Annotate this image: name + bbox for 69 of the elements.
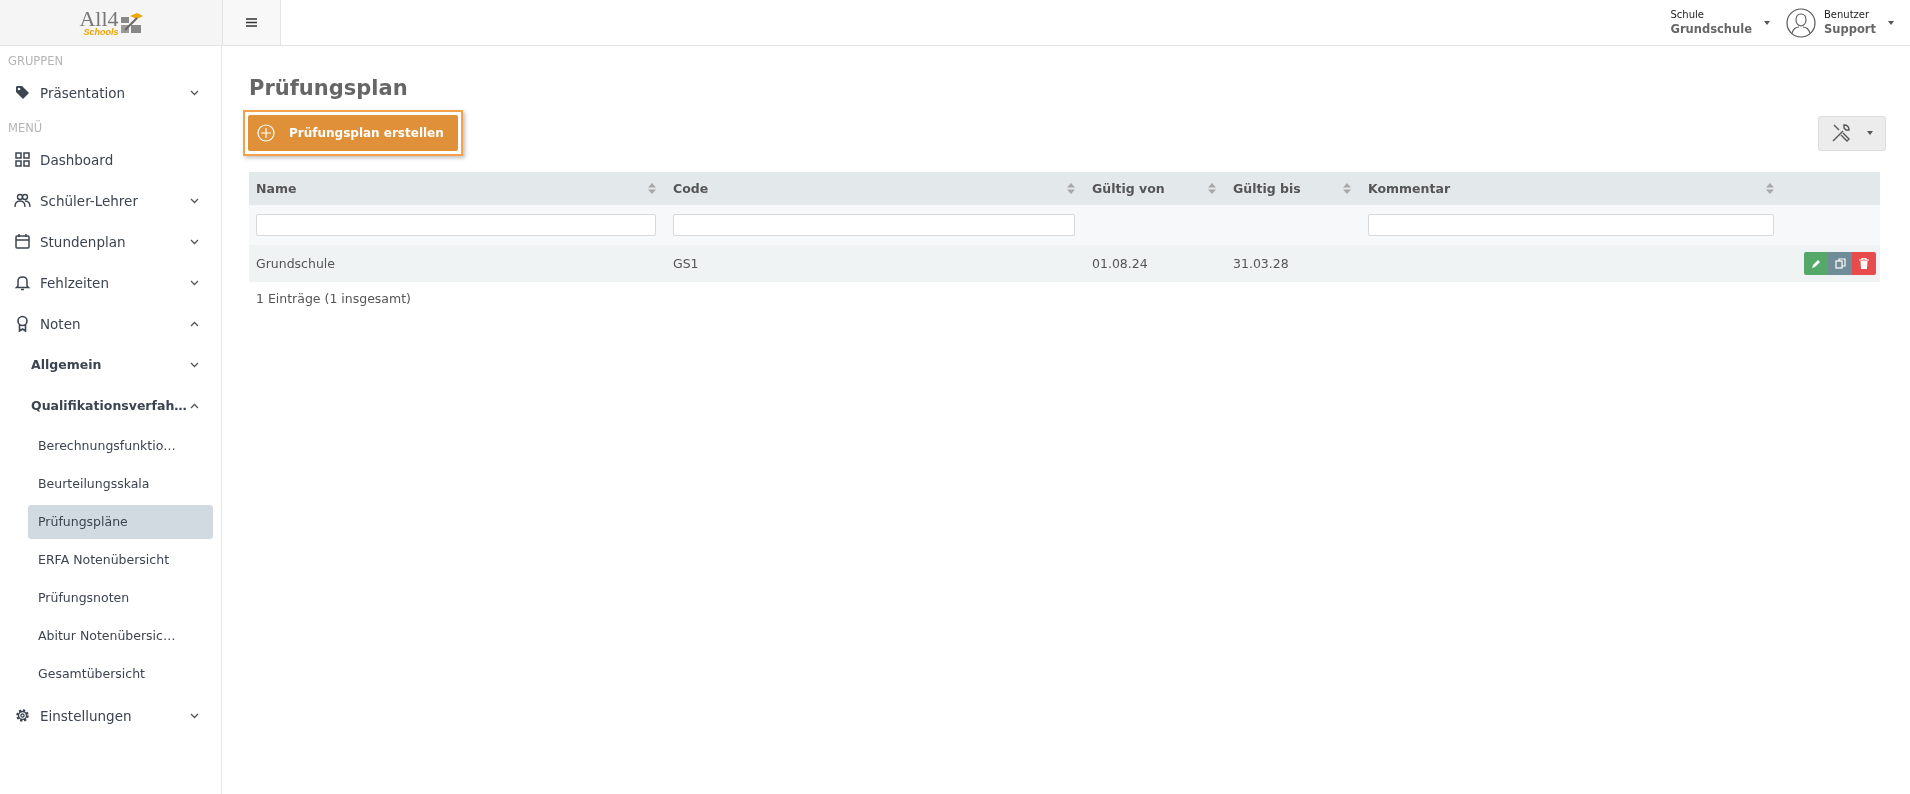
copy-icon xyxy=(1834,258,1846,269)
column-header[interactable]: Gültig bis xyxy=(1233,181,1301,196)
chevron-down-icon xyxy=(190,279,199,286)
sort-icon xyxy=(1067,183,1075,194)
school-dropdown[interactable]: Schule Grundschule xyxy=(1670,0,1786,45)
calendar-icon xyxy=(14,233,31,250)
sidebar-subgroup[interactable]: Allgemein xyxy=(0,344,221,385)
column-header[interactable]: Code xyxy=(673,181,709,196)
plus-circle-icon xyxy=(257,124,275,142)
table-cell: 01.08.24 xyxy=(1092,256,1148,271)
sidebar-subitem[interactable]: Beurteilungsskala xyxy=(28,467,213,501)
sidebar-subitem[interactable]: Berechnungsfunktio… xyxy=(28,429,213,463)
user-dropdown[interactable]: Benutzer Support xyxy=(1824,9,1910,36)
tools-dropdown[interactable] xyxy=(1818,115,1886,151)
page-title: Prüfungsplan xyxy=(249,76,409,102)
sidebar-subitem[interactable]: ERFA Notenübersicht xyxy=(28,543,213,577)
sort-icon xyxy=(1208,183,1216,194)
filter-field[interactable] xyxy=(1368,214,1774,236)
sidebar-subitem[interactable]: Prüfungsnoten xyxy=(28,581,213,615)
chevron-down-icon xyxy=(190,197,199,204)
sidebar-subitem[interactable]: Gesamtübersicht xyxy=(28,657,213,691)
column-header[interactable]: Kommentar xyxy=(1368,181,1451,196)
filter-field[interactable] xyxy=(673,214,1075,236)
delete-button[interactable] xyxy=(1852,252,1876,275)
chevron-down-icon xyxy=(190,238,199,245)
users-icon xyxy=(14,192,31,209)
trash-icon xyxy=(1859,258,1869,269)
chevron-up-icon xyxy=(190,320,199,327)
pencil-icon xyxy=(1811,258,1821,269)
sidebar-subgroup[interactable]: Qualifikationsverfah… xyxy=(0,385,221,426)
sidebar-item[interactable]: Einstellungen xyxy=(0,695,221,736)
settings-icon xyxy=(14,707,31,724)
bell-icon xyxy=(14,274,31,291)
sidebar-subitem[interactable]: Abitur Notenübersic… xyxy=(28,619,213,653)
tools-icon xyxy=(1831,123,1851,143)
table-cell: GS1 xyxy=(673,256,699,271)
tag-icon xyxy=(14,84,31,101)
grid-icon xyxy=(14,151,31,168)
menu-button[interactable] xyxy=(223,0,281,45)
sidebar-item[interactable]: Präsentation xyxy=(0,72,221,113)
chevron-down-icon xyxy=(190,712,199,719)
entries-count: 1 Einträge (1 insgesamt) xyxy=(256,291,411,306)
sidebar-subitem[interactable]: Prüfungspläne xyxy=(28,505,213,539)
edit-button[interactable] xyxy=(1804,252,1828,275)
section-heading: GRUPPEN xyxy=(8,54,64,68)
table-row[interactable]: Grundschule GS1 01.08.24 31.03.28 xyxy=(249,245,1880,282)
column-header[interactable]: Gültig von xyxy=(1092,181,1165,196)
sidebar-item[interactable]: Stundenplan xyxy=(0,221,221,262)
avatar-icon xyxy=(1786,7,1816,38)
table-cell: Grundschule xyxy=(256,256,335,271)
sidebar-item[interactable]: Noten xyxy=(0,303,221,344)
chevron-down-icon xyxy=(190,89,199,96)
award-icon xyxy=(14,315,31,332)
sort-icon xyxy=(1766,183,1774,194)
sidebar-item[interactable]: Fehlzeiten xyxy=(0,262,221,303)
menu-icon xyxy=(246,18,257,27)
sort-icon xyxy=(1343,183,1351,194)
section-heading: MENÜ xyxy=(8,121,43,135)
cap-drawing xyxy=(120,11,143,34)
chevron-down-icon xyxy=(190,361,199,368)
chevron-up-icon xyxy=(190,402,199,409)
copy-button[interactable] xyxy=(1828,252,1852,275)
column-header[interactable]: Name xyxy=(256,181,297,196)
sort-icon xyxy=(648,183,656,194)
sidebar-item[interactable]: Schüler-Lehrer xyxy=(0,180,221,221)
filter-field[interactable] xyxy=(256,214,656,236)
logo[interactable]: All4 Schools xyxy=(0,0,223,45)
sidebar-item[interactable]: Dashboard xyxy=(0,139,221,180)
table-cell: 31.03.28 xyxy=(1233,256,1289,271)
